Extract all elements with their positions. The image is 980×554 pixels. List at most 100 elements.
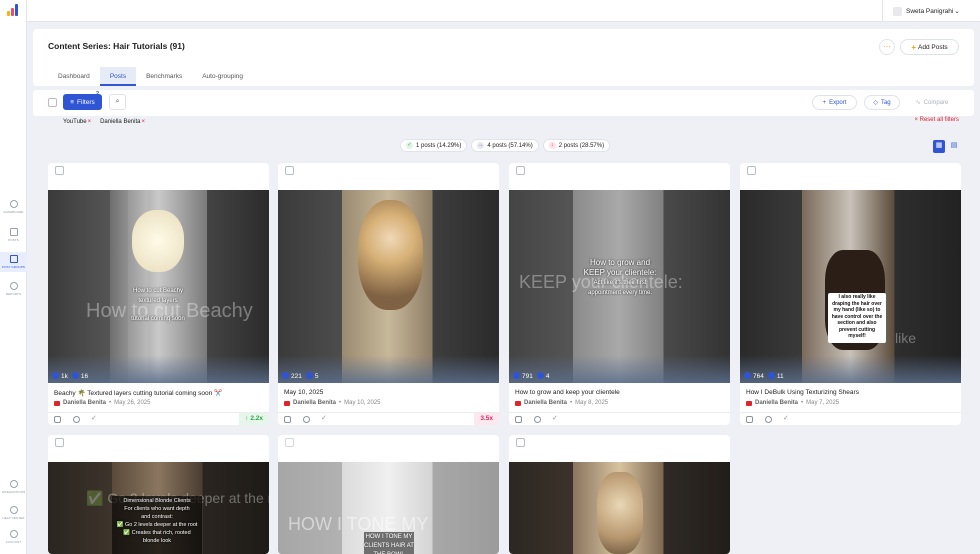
overlay-line: ✅ Go 2 levels deeper at the root	[116, 522, 198, 528]
check-icon[interactable]: ✓	[321, 414, 327, 422]
chip-label: Daniella Benita	[100, 119, 141, 125]
tag-icon: ◇	[873, 100, 878, 106]
views-stat: 221	[282, 372, 302, 380]
add-posts-button[interactable]: + Add Posts	[900, 39, 959, 55]
post-date: May 7, 2025	[806, 400, 840, 406]
rail-item-account[interactable]: ACCOUNT	[0, 530, 27, 546]
post-thumbnail[interactable]: like I also really like draping the hair…	[740, 190, 961, 383]
neutral-icon: ↔	[477, 142, 485, 149]
post-card[interactable]	[509, 435, 730, 554]
filter-icon: ≡	[70, 98, 75, 106]
post-thumbnail[interactable]: KEEP your clientele: How to grow and KEE…	[509, 190, 730, 383]
close-icon[interactable]: ×	[141, 119, 145, 125]
post-card[interactable]: 221 5 May 10, 2025 Daniella Benita • May 10…	[278, 163, 499, 425]
summary-above[interactable]: ✓ 1 posts (14.29%)	[400, 139, 468, 152]
likes-value: 16	[80, 373, 89, 380]
post-caption[interactable]: How I DeBulk Using Texturizing Shears	[746, 389, 859, 396]
calendar-icon[interactable]	[746, 416, 753, 423]
post-thumbnail[interactable]: How to cut Beachy How to cut Beachy text…	[48, 190, 269, 383]
more-options-button[interactable]: ···	[879, 39, 895, 55]
comment-icon[interactable]	[534, 416, 541, 423]
select-all-checkbox[interactable]	[48, 98, 57, 107]
rail-item-integrations[interactable]: INTEGRATIONS	[0, 480, 27, 496]
post-checkbox[interactable]	[516, 438, 525, 447]
views-value: 764	[753, 373, 764, 380]
user-menu[interactable]: Sweta Panigrahi ⌄	[882, 0, 980, 22]
rail-item-dashboard[interactable]: DASHBOARD	[0, 200, 27, 216]
post-date: May 8, 2025	[575, 400, 609, 406]
comment-icon[interactable]	[303, 416, 310, 423]
calendar-icon[interactable]	[284, 416, 291, 423]
post-caption[interactable]: May 10, 2025	[284, 389, 323, 396]
card-actions: ✓ ↑ 2.2x	[48, 412, 269, 425]
comment-icon[interactable]	[73, 416, 80, 423]
summary-below[interactable]: ↓ 2 posts (28.57%)	[542, 139, 611, 152]
search-button[interactable]: ⌕	[109, 94, 126, 110]
tab-dashboard[interactable]: Dashboard	[48, 67, 100, 86]
rail-item-posts[interactable]: POSTS	[0, 228, 27, 244]
summary-average[interactable]: ↔ 4 posts (57.14%)	[471, 139, 539, 152]
post-card[interactable]: like I also really like draping the hair…	[740, 163, 961, 425]
active-filter-chips: YouTube× Daniella Benita× × Reset all fi…	[33, 117, 974, 127]
reset-filters-link[interactable]: × Reset all filters	[914, 117, 959, 123]
overlay-line: KEEP your clientele:	[583, 268, 657, 277]
check-icon: ✓	[406, 142, 413, 149]
views-stat: 1k	[52, 372, 68, 380]
tab-auto-grouping[interactable]: Auto-grouping	[192, 67, 253, 86]
filter-chip-youtube[interactable]: YouTube×	[63, 119, 91, 125]
post-checkbox[interactable]	[516, 166, 525, 175]
card-actions: ✓	[509, 412, 730, 425]
check-icon[interactable]: ✓	[783, 414, 789, 422]
card-actions: ✓	[740, 412, 961, 425]
tab-posts[interactable]: Posts	[99, 67, 137, 86]
overlay-line: Act like it's their first	[593, 280, 647, 286]
likes-stat: 5	[305, 372, 318, 380]
reports-icon	[9, 282, 18, 290]
calendar-icon[interactable]	[54, 416, 61, 423]
post-thumbnail[interactable]: ✅ Go 2 levels deeper at the root Dimensi…	[48, 462, 269, 554]
post-caption[interactable]: Beachy 🌴 Textured layers cutting tutoria…	[54, 389, 222, 397]
tag-button[interactable]: ◇ Tag	[864, 95, 900, 110]
views-stat: 791	[513, 372, 533, 380]
rail-item-help[interactable]: HELP CENTER	[0, 506, 27, 522]
rail-item-reports[interactable]: REPORTS	[0, 282, 27, 298]
post-card[interactable]: ✅ Go 2 levels deeper at the root Dimensi…	[48, 435, 269, 554]
post-thumbnail[interactable]: HOW I TONE MY HOW I TONE MY CLIENTS HAIR…	[278, 462, 499, 554]
post-card[interactable]: KEEP your clientele: How to grow and KEE…	[509, 163, 730, 425]
post-caption[interactable]: How to grow and keep your clientele	[515, 389, 620, 396]
calendar-icon[interactable]	[515, 416, 522, 423]
tab-benchmarks[interactable]: Benchmarks	[136, 67, 192, 86]
compare-button[interactable]: ∿ Compare	[907, 95, 957, 110]
list-view-icon[interactable]: ▤	[948, 140, 960, 153]
overlay-line: and contrast:	[141, 514, 173, 520]
app-logo[interactable]	[7, 4, 20, 16]
post-checkbox[interactable]	[55, 438, 64, 447]
post-checkbox[interactable]	[285, 438, 294, 447]
post-stats: 791 4	[513, 372, 549, 380]
post-card[interactable]: How to cut Beachy How to cut Beachy text…	[48, 163, 269, 425]
thumbnail-text: Dimensional Blonde Clients For clients w…	[112, 497, 202, 545]
post-checkbox[interactable]	[285, 166, 294, 175]
post-card[interactable]: HOW I TONE MY HOW I TONE MY CLIENTS HAIR…	[278, 435, 499, 554]
post-thumbnail[interactable]	[509, 462, 730, 554]
close-icon[interactable]: ×	[88, 119, 92, 125]
comment-icon[interactable]	[765, 416, 772, 423]
post-checkbox[interactable]	[55, 166, 64, 175]
export-button[interactable]: + Export	[812, 95, 857, 110]
eye-icon	[52, 372, 59, 379]
thumbnail-text: How to cut Beachy textured layers tutori…	[110, 286, 206, 324]
post-date: May 10, 2025	[344, 400, 381, 406]
summary-text: 1 posts (14.29%)	[416, 142, 462, 149]
post-thumbnail[interactable]: 221 5	[278, 190, 499, 383]
post-checkbox[interactable]	[747, 166, 756, 175]
overlay-line: textured layers	[138, 298, 178, 304]
check-icon[interactable]: ✓	[552, 414, 558, 422]
filter-chip-author[interactable]: Daniella Benita×	[100, 119, 145, 125]
check-icon[interactable]: ✓	[91, 414, 97, 422]
post-author: Daniella Benita	[755, 400, 799, 406]
rail-item-post-groups[interactable]: POST GROUPS	[0, 252, 27, 272]
meta-separator: •	[339, 400, 342, 406]
grid-view-icon[interactable]: ▦	[933, 140, 945, 153]
overlay-line: appointment every time.	[587, 290, 653, 296]
post-author: Daniella Benita	[63, 400, 107, 406]
